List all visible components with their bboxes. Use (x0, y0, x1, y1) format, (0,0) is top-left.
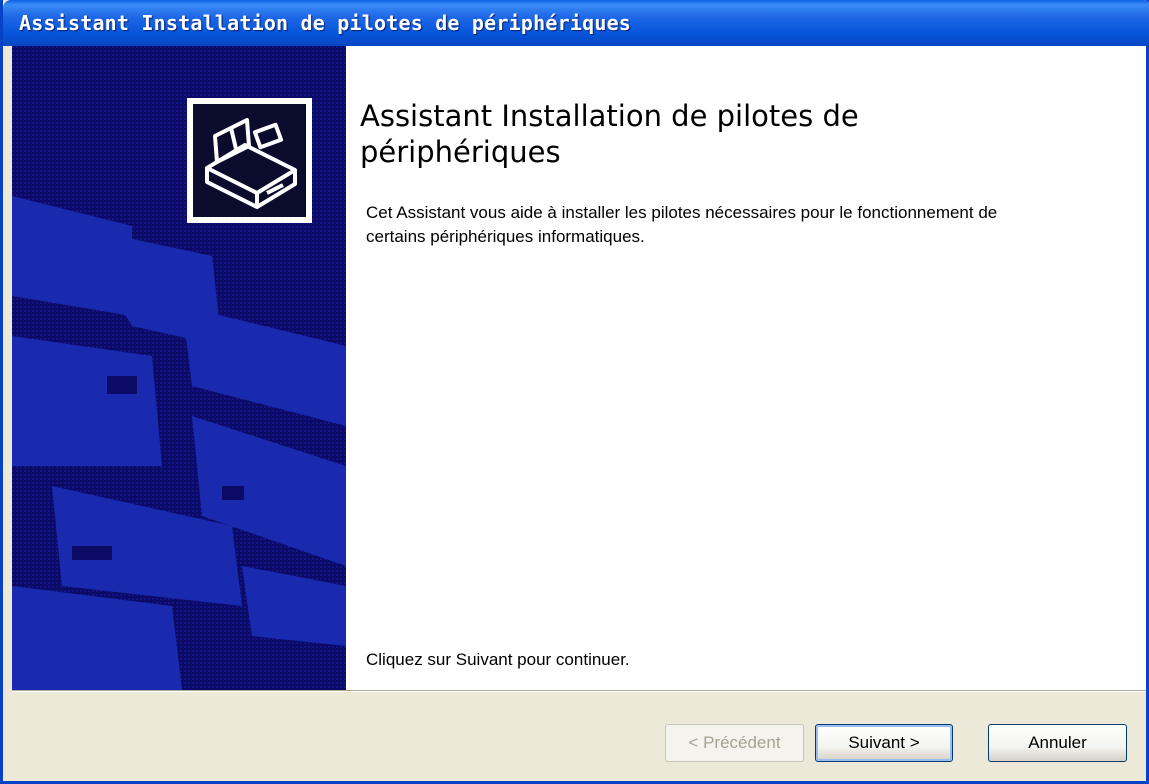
wizard-window: Assistant Installation de pilotes de pér… (0, 0, 1149, 784)
wizard-content: Assistant Installation de pilotes de pér… (346, 46, 1146, 690)
page-title: Assistant Installation de pilotes de pér… (360, 99, 859, 169)
wizard-description: Cet Assistant vous aide à installer les … (366, 203, 998, 246)
wizard-banner (12, 46, 346, 690)
next-button[interactable]: Suivant > (815, 724, 953, 762)
hardware-device-icon (187, 98, 312, 223)
title-bar[interactable]: Assistant Installation de pilotes de pér… (3, 0, 1149, 46)
window-title: Assistant Installation de pilotes de pér… (19, 11, 632, 35)
cancel-button[interactable]: Annuler (988, 724, 1127, 762)
back-button[interactable]: < Précédent (665, 724, 804, 762)
continue-instruction: Cliquez sur Suivant pour continuer. (366, 650, 630, 669)
footer-divider (12, 690, 1146, 692)
